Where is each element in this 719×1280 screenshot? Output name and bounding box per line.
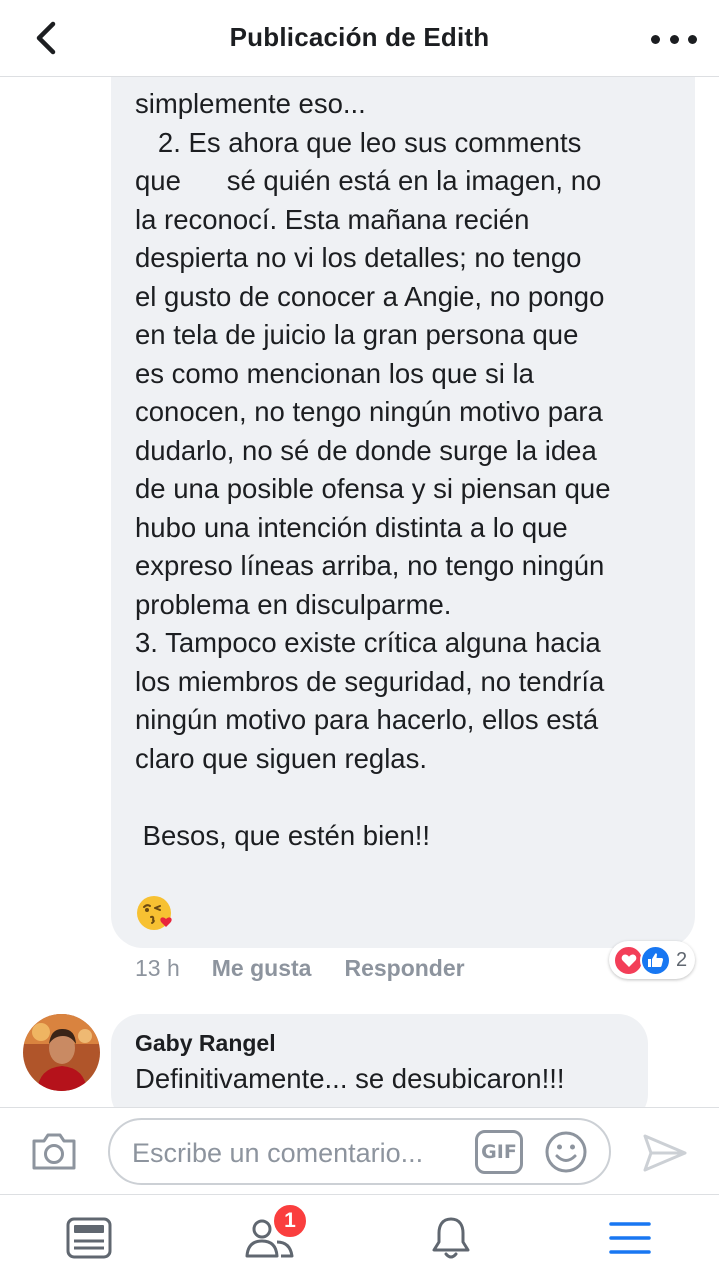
comments-area[interactable]: simplemente eso... 2. Es ahora que leo s… (0, 77, 719, 1107)
news-feed-icon (66, 1217, 112, 1259)
page-title: Publicación de Edith (229, 22, 490, 52)
comment-composer: Escribe un comentario... GIF (0, 1107, 719, 1195)
reactions-summary[interactable]: 2 (609, 941, 695, 979)
bottom-navigation: 1 (0, 1195, 719, 1280)
camera-button[interactable] (30, 1130, 78, 1177)
dot-icon (651, 34, 660, 44)
hamburger-menu-icon (609, 1222, 651, 1254)
tab-menu[interactable] (600, 1213, 660, 1263)
comment-timestamp: 13 h (135, 955, 180, 981)
dot-icon (688, 34, 697, 44)
send-icon (643, 1134, 687, 1172)
bell-icon (432, 1217, 470, 1259)
friends-notification-badge: 1 (272, 1203, 308, 1239)
comment-actions: 13 h Me gusta Responder (135, 955, 465, 982)
send-button[interactable] (642, 1133, 688, 1178)
reply-text: Definitivamente... se desubicaron!!! (135, 1063, 565, 1094)
comment-text: simplemente eso... 2. Es ahora que leo s… (135, 88, 611, 851)
dot-icon (669, 34, 679, 44)
camera-icon (32, 1133, 76, 1170)
like-button[interactable]: Me gusta (212, 955, 312, 982)
top-bar: Publicación de Edith (0, 0, 719, 77)
reply-button[interactable]: Responder (344, 955, 464, 982)
tab-notifications[interactable] (421, 1213, 481, 1263)
smiley-icon (545, 1131, 587, 1173)
like-reaction-icon (640, 944, 671, 976)
gif-button[interactable]: GIF (475, 1130, 523, 1174)
tab-news-feed[interactable] (59, 1213, 119, 1263)
more-options-button[interactable] (651, 24, 697, 54)
comment-input-placeholder: Escribe un comentario... (132, 1138, 424, 1168)
reaction-count: 2 (676, 948, 688, 971)
avatar[interactable] (23, 1014, 100, 1091)
comment-input[interactable]: Escribe un comentario... GIF (108, 1118, 611, 1185)
emoji-button[interactable] (544, 1130, 588, 1179)
comment-author[interactable]: Gaby Rangel (135, 1030, 276, 1057)
face-blowing-kiss-icon (137, 896, 172, 930)
